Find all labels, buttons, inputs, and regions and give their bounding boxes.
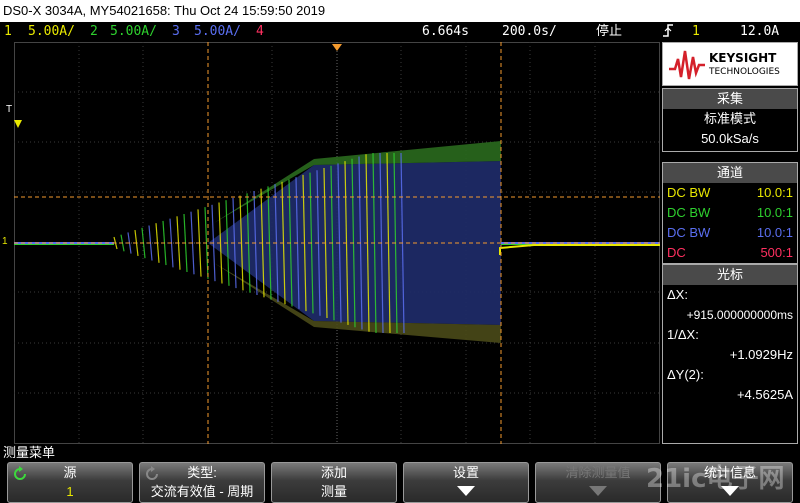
submenu-arrow-icon bbox=[589, 486, 607, 496]
brand-name: KEYSIGHT bbox=[709, 51, 777, 65]
status-row: 1 5.00A/ 2 5.00A/ 3 5.00A/ 4 6.664s 200.… bbox=[0, 22, 800, 42]
channel-2-scale[interactable]: 5.00A/ bbox=[110, 22, 157, 42]
softkey-source[interactable]: 源 1 bbox=[7, 462, 133, 503]
brand-sub: TECHNOLOGIES bbox=[709, 67, 780, 77]
channel-row: DC BW 10.0:1 bbox=[663, 203, 797, 223]
channel-probe: 10.0:1 bbox=[756, 225, 793, 240]
channel-probe: 10.0:1 bbox=[756, 185, 793, 200]
softkey-label: 清除测量值 bbox=[565, 465, 631, 480]
cursor-invdx-label: 1/ΔX: bbox=[667, 327, 699, 342]
softkey-clear-measurements[interactable]: 清除测量值 bbox=[535, 462, 661, 503]
channel-probe: 500:1 bbox=[760, 245, 793, 260]
channel-coupling: DC BW bbox=[667, 205, 711, 220]
channel-box[interactable]: 通道 DC BW 10.0:1 DC BW 10.0:1 DC BW 10.0:… bbox=[662, 162, 798, 264]
cursor-dy-value: +4.5625A bbox=[736, 387, 793, 402]
trigger-source[interactable]: 1 bbox=[692, 22, 700, 42]
submenu-arrow-icon bbox=[457, 486, 475, 496]
cursor-dy-label: ΔY(2): bbox=[667, 367, 704, 382]
trigger-level-marker: T bbox=[6, 104, 13, 115]
channel-row: DC BW 10.0:1 bbox=[663, 223, 797, 243]
rotate-knob-icon bbox=[12, 466, 28, 485]
horizontal-delay[interactable]: 6.664s bbox=[422, 22, 469, 42]
channel-3-scale[interactable]: 5.00A/ bbox=[194, 22, 241, 42]
cursor-header: 光标 bbox=[663, 265, 797, 285]
keysight-wave-icon bbox=[669, 50, 705, 80]
softkey-label: 设置 bbox=[452, 465, 479, 480]
softkey-add-measurement[interactable]: 添加 测量 bbox=[271, 462, 397, 503]
brand-logo: KEYSIGHT TECHNOLOGIES bbox=[662, 42, 798, 86]
acquisition-mode: 标准模式 bbox=[703, 111, 756, 126]
cursor-box[interactable]: 光标 ΔX: +915.000000000ms 1/ΔX: +1.0929Hz … bbox=[662, 264, 798, 444]
acquisition-box[interactable]: 采集 标准模式 50.0kSa/s bbox=[662, 88, 798, 152]
softkey-settings[interactable]: 设置 bbox=[403, 462, 529, 503]
waveform-display[interactable] bbox=[14, 42, 660, 444]
channel-4-number[interactable]: 4 bbox=[256, 22, 264, 42]
trace-1-tail bbox=[499, 244, 660, 255]
cursor-invdx-value: +1.0929Hz bbox=[729, 347, 793, 362]
run-state[interactable]: 停止 bbox=[596, 22, 622, 42]
channel-2-number[interactable]: 2 bbox=[90, 22, 98, 42]
channel-row: DC 500:1 bbox=[663, 243, 797, 263]
channel-coupling: DC BW bbox=[667, 185, 711, 200]
channel-3-number[interactable]: 3 bbox=[172, 22, 180, 42]
horizontal-scale[interactable]: 200.0s/ bbox=[502, 22, 557, 42]
rotate-knob-icon bbox=[144, 466, 160, 485]
softkey-value: 测量 bbox=[320, 484, 347, 499]
watermark: 21ic电子网 bbox=[646, 464, 785, 494]
trigger-level[interactable]: 12.0A bbox=[740, 22, 779, 42]
cursor-dx-label: ΔX: bbox=[667, 287, 688, 302]
ground-marker: 1 bbox=[2, 236, 8, 247]
cursor-dx-value: +915.000000000ms bbox=[686, 308, 793, 322]
channel-1-scale[interactable]: 5.00A/ bbox=[28, 22, 75, 42]
channel-row: DC BW 10.0:1 bbox=[663, 183, 797, 203]
info-panel: KEYSIGHT TECHNOLOGIES 采集 标准模式 50.0kSa/s … bbox=[660, 42, 800, 444]
waveform-graticule bbox=[14, 42, 660, 444]
channel-probe: 10.0:1 bbox=[756, 205, 793, 220]
softkey-type[interactable]: 类型: 交流有效值 - 周期 bbox=[139, 462, 265, 503]
channel-1-number[interactable]: 1 bbox=[4, 22, 12, 42]
acquisition-rate: 50.0kSa/s bbox=[701, 131, 759, 146]
channel-coupling: DC BW bbox=[667, 225, 711, 240]
softkey-label: 添加 bbox=[320, 465, 347, 480]
window-title: DS0-X 3034A, MY54021658: Thu Oct 24 15:5… bbox=[0, 0, 800, 22]
channel-header: 通道 bbox=[663, 163, 797, 183]
acquisition-header: 采集 bbox=[663, 89, 797, 109]
channel-coupling: DC bbox=[667, 245, 686, 260]
